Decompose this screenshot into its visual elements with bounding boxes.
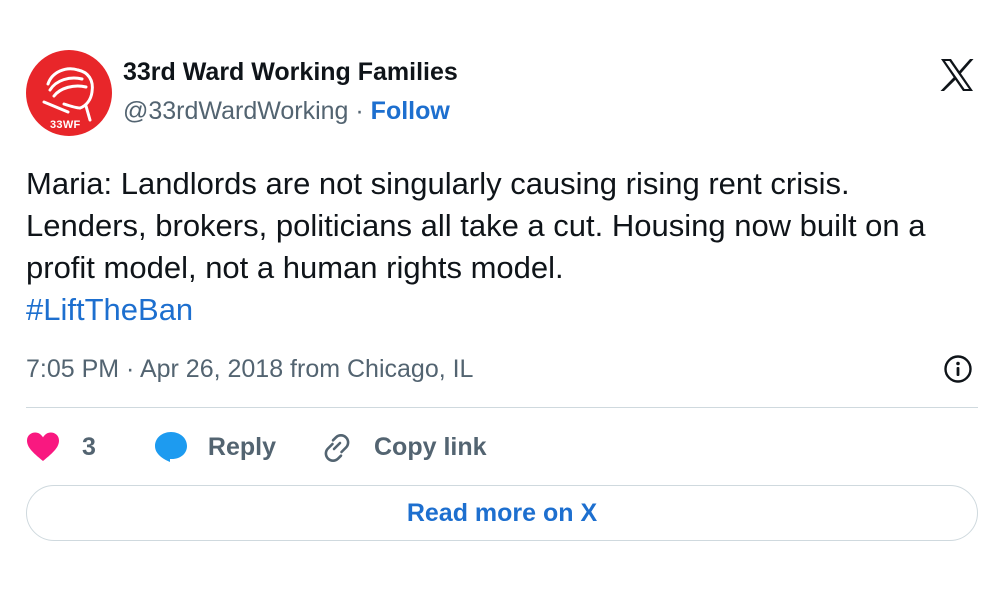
read-more-button[interactable]: Read more on X: [26, 485, 978, 541]
handle-separator: ·: [348, 97, 371, 125]
author-name[interactable]: 33rd Ward Working Families: [123, 58, 458, 87]
avatar[interactable]: 33WF: [26, 50, 112, 136]
tweet-body: Maria: Landlords are not singularly caus…: [26, 163, 976, 331]
link-icon: [324, 434, 350, 462]
x-logo-icon[interactable]: [937, 55, 977, 95]
tweet-timestamp[interactable]: 7:05 PM · Apr 26, 2018 from Chicago, IL: [26, 355, 473, 384]
tweet-text: Maria: Landlords are not singularly caus…: [26, 166, 926, 285]
reply-icon: [154, 432, 187, 462]
follow-button[interactable]: Follow: [371, 97, 450, 125]
info-icon[interactable]: [943, 354, 973, 384]
action-bar: 3 Reply Copy link: [26, 425, 487, 469]
reply-label: Reply: [207, 432, 276, 461]
avatar-badge: 33WF: [50, 119, 81, 131]
copy-link-button[interactable]: Copy link: [320, 431, 487, 463]
heart-icon: [27, 432, 59, 461]
hashtag-link[interactable]: #LiftTheBan: [26, 289, 976, 331]
author-handle[interactable]: @33rdWardWorking: [123, 97, 348, 125]
copy-link-label: Copy link: [374, 432, 487, 461]
divider: [26, 407, 978, 408]
like-count: 3: [82, 432, 96, 461]
author-handle-row: @33rdWardWorking · Follow: [123, 97, 450, 126]
reply-button[interactable]: Reply: [154, 431, 276, 463]
like-button[interactable]: 3: [26, 432, 96, 462]
